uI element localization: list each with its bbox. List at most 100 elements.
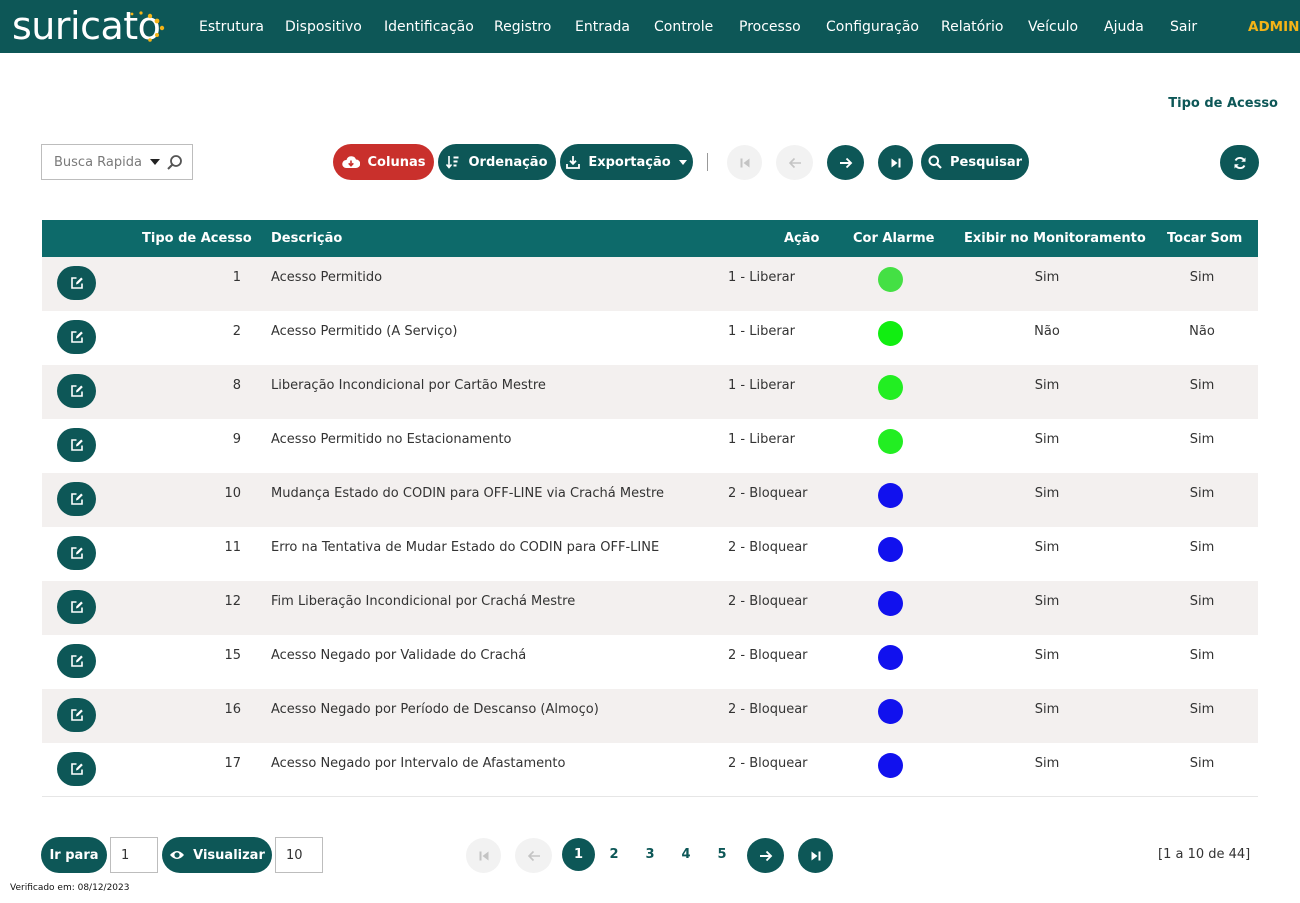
cell-tocar-som: Sim	[1189, 270, 1215, 285]
goto-button[interactable]: Ir para	[41, 837, 107, 873]
sort-label: Ordenação	[468, 154, 548, 170]
quick-search	[41, 144, 193, 180]
goto-page-input[interactable]	[110, 837, 158, 873]
refresh-button[interactable]	[1220, 145, 1259, 180]
cloud-download-icon	[341, 156, 360, 168]
page-number-active[interactable]: 1	[562, 838, 595, 871]
nav-item-ajuda[interactable]: Ajuda	[1104, 18, 1144, 36]
cell-tipo-acesso: 9	[232, 432, 241, 447]
refresh-icon	[1234, 156, 1245, 169]
edit-button[interactable]	[57, 644, 96, 678]
search-icon[interactable]	[166, 154, 184, 172]
edit-button[interactable]	[57, 482, 96, 516]
edit-button[interactable]	[57, 590, 96, 624]
edit-button[interactable]	[57, 266, 96, 300]
header-tocar-som[interactable]: Tocar Som	[1167, 231, 1242, 246]
magnifier-icon	[928, 155, 942, 169]
nav-item-processo[interactable]: Processo	[739, 18, 801, 36]
page-size-input[interactable]	[275, 837, 323, 873]
footer-next-page-button[interactable]	[747, 838, 784, 873]
edit-button[interactable]	[57, 320, 96, 354]
nav-item-estrutura[interactable]: Estrutura	[199, 18, 264, 36]
footer-last-page-button[interactable]	[798, 838, 833, 873]
table-row: 8 Liberação Incondicional por Cartão Mest…	[42, 365, 1258, 419]
cell-descricao: Liberação Incondicional por Cartão Mestr…	[271, 378, 546, 393]
suricato-logo[interactable]: suricato	[12, 4, 161, 48]
quick-search-input[interactable]	[42, 145, 142, 179]
nav-item-relatorio[interactable]: Relatório	[941, 18, 1003, 36]
nav-item-veiculo[interactable]: Veículo	[1028, 18, 1078, 36]
cell-tipo-acesso: 11	[224, 540, 241, 555]
cell-descricao: Acesso Negado por Validade do Crachá	[271, 648, 527, 663]
nav-item-registro[interactable]: Registro	[494, 18, 551, 36]
alarm-color-swatch	[878, 375, 903, 400]
arrow-right-icon	[839, 157, 852, 168]
cell-tipo-acesso: 12	[224, 594, 241, 609]
cell-tocar-som: Não	[1189, 324, 1215, 339]
chevron-down-icon	[678, 159, 687, 165]
header-descricao[interactable]: Descrição	[271, 231, 342, 246]
first-page-button[interactable]	[727, 145, 762, 180]
edit-icon	[70, 709, 83, 721]
nav-item-sair[interactable]: Sair	[1170, 18, 1197, 36]
edit-icon	[70, 601, 83, 613]
previous-page-button[interactable]	[776, 145, 813, 180]
sort-button[interactable]: Ordenação	[438, 144, 556, 180]
edit-button[interactable]	[57, 428, 96, 462]
edit-button[interactable]	[57, 752, 96, 786]
header-acao[interactable]: Ação	[784, 231, 819, 246]
next-page-button[interactable]	[827, 145, 864, 180]
user-name[interactable]: ADMIN	[1248, 18, 1299, 36]
nav-item-controle[interactable]: Controle	[654, 18, 713, 36]
cell-tocar-som: Sim	[1189, 702, 1215, 717]
toolbar-separator	[707, 153, 708, 171]
last-page-button[interactable]	[878, 145, 913, 180]
edit-icon	[70, 547, 83, 559]
page-number-4[interactable]: 4	[676, 847, 696, 862]
arrow-left-icon	[788, 157, 801, 168]
columns-button[interactable]: Colunas	[333, 144, 434, 180]
table-row: 1 Acesso Permitido 1 - Liberar Sim Sim	[42, 257, 1258, 311]
cell-exibir-monitoramento: Sim	[1034, 756, 1060, 771]
edit-icon	[70, 655, 83, 667]
cell-tocar-som: Sim	[1189, 648, 1215, 663]
export-button[interactable]: Exportação	[560, 144, 693, 180]
cell-exibir-monitoramento: Sim	[1034, 702, 1060, 717]
header-tipo-acesso[interactable]: Tipo de Acesso	[142, 231, 252, 246]
nav-item-configuracao[interactable]: Configuração	[826, 18, 919, 36]
header-exibir-monitoramento[interactable]: Exibir no Monitoramento	[964, 231, 1146, 246]
cell-tipo-acesso: 17	[224, 756, 241, 771]
cell-acao: 2 - Bloquear	[728, 702, 808, 717]
table-row: 2 Acesso Permitido (A Serviço) 1 - Liberar…	[42, 311, 1258, 365]
header-cor-alarme[interactable]: Cor Alarme	[853, 231, 934, 246]
nav-item-identificacao[interactable]: Identificação	[384, 18, 474, 36]
table-row: 15 Acesso Negado por Validade do Crachá 2 …	[42, 635, 1258, 689]
search-button[interactable]: Pesquisar	[921, 144, 1029, 180]
page-number-5[interactable]: 5	[712, 847, 732, 862]
cell-descricao: Acesso Negado por Intervalo de Afastamen…	[271, 756, 566, 771]
nav-item-dispositivo[interactable]: Dispositivo	[285, 18, 362, 36]
export-label: Exportação	[588, 154, 671, 170]
cell-tipo-acesso: 15	[224, 648, 241, 663]
first-page-icon	[740, 158, 749, 167]
eye-icon	[170, 851, 185, 859]
footer-first-page-button[interactable]	[466, 838, 501, 873]
cell-acao: 1 - Liberar	[728, 378, 795, 393]
arrow-right-icon	[759, 850, 772, 861]
edit-button[interactable]	[57, 536, 96, 570]
search-dropdown-caret-icon[interactable]	[150, 159, 160, 165]
nav-item-entrada[interactable]: Entrada	[575, 18, 630, 36]
edit-icon	[70, 439, 83, 451]
edit-button[interactable]	[57, 374, 96, 408]
alarm-color-swatch	[878, 753, 903, 778]
page-number-2[interactable]: 2	[604, 847, 624, 862]
cell-descricao: Acesso Permitido no Estacionamento	[271, 432, 512, 447]
footer-previous-page-button[interactable]	[515, 838, 552, 873]
view-button[interactable]: Visualizar	[162, 837, 272, 873]
edit-button[interactable]	[57, 698, 96, 732]
page-title: Tipo de Acesso	[1168, 96, 1278, 111]
cell-acao: 2 - Bloquear	[728, 594, 808, 609]
view-label: Visualizar	[193, 847, 265, 863]
page-number-3[interactable]: 3	[640, 847, 660, 862]
cell-acao: 2 - Bloquear	[728, 486, 808, 501]
